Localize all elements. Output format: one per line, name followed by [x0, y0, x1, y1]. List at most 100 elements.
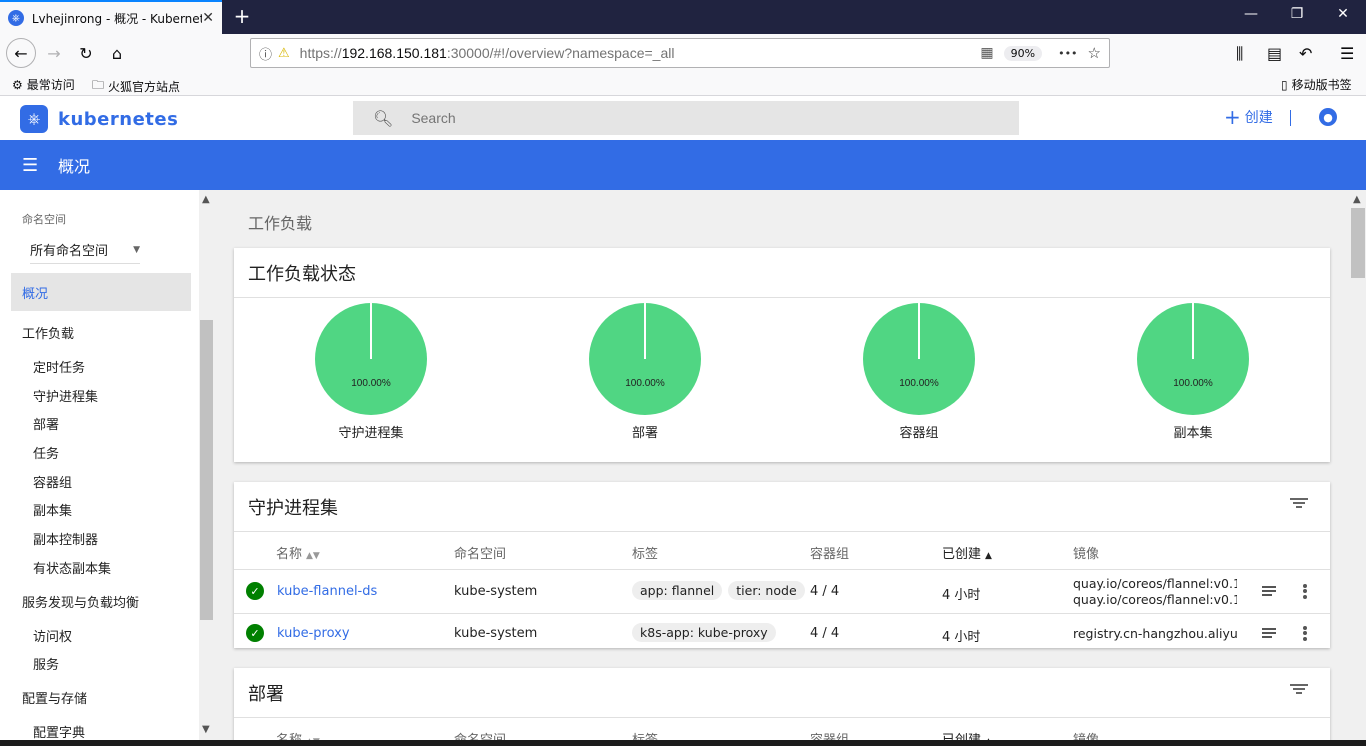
info-icon[interactable]: ⓘ [259, 44, 272, 63]
gear-icon: ⚙ [12, 77, 23, 92]
filter-icon[interactable] [1290, 682, 1308, 696]
more-vert-icon[interactable] [1303, 582, 1307, 600]
pie-percent: 100.00% [899, 378, 939, 389]
sidebar-item-daemonsets[interactable]: 守护进程集 [33, 386, 98, 405]
search-input[interactable] [411, 110, 912, 126]
deployments-title: 部署 [234, 668, 1330, 718]
window-close-icon[interactable]: ✕ [1328, 6, 1358, 22]
filter-icon[interactable] [1290, 496, 1308, 510]
labels-cell: app: flannel tier: node [632, 581, 811, 600]
pie-chart: 100.00% [863, 303, 975, 415]
pie-chart-row: 100.00% 守护进程集 100.00% 部署 100.00% 容器组 100… [234, 298, 1330, 462]
maximize-icon[interactable]: ❐ [1282, 6, 1312, 22]
sidebar-item-deployments[interactable]: 部署 [33, 414, 59, 433]
sidebar-item-cronjobs[interactable]: 定时任务 [33, 357, 85, 376]
bookmark-firefox-sites[interactable]: 🗀 火狐官方站点 [92, 76, 180, 97]
image-name: quay.io/coreos/flannel:v0.10 [1073, 576, 1237, 591]
search-box[interactable]: 🔍︎ [353, 101, 1019, 135]
bookmarks-bar: ⚙ 最常访问 🗀 火狐官方站点 ▯ 移动版书签 [0, 72, 1366, 96]
images-cell: registry.cn-hangzhou.aliyuncs [1073, 626, 1237, 642]
scroll-up-icon[interactable]: ▲ [202, 194, 210, 205]
create-label: 创建 [1244, 110, 1273, 126]
bookmark-label: 火狐官方站点 [108, 80, 181, 94]
daemonset-name-link[interactable]: kube-flannel-ds [277, 584, 377, 599]
scroll-down-icon[interactable]: ▼ [202, 724, 210, 735]
url-path: :30000/#!/overview?namespace=_all [446, 45, 675, 61]
column-created[interactable]: 已创建▲ [942, 543, 992, 562]
created-cell: 4 小时 [942, 588, 981, 603]
column-images: 镜像 [1073, 547, 1100, 562]
table-row: ✓ kube-flannel-ds kube-system app: flann… [234, 570, 1330, 614]
zoom-level-badge[interactable]: 90% [1003, 45, 1043, 61]
hamburger-menu-icon[interactable]: ☰ [22, 155, 40, 176]
column-labels: 标签 [632, 547, 659, 562]
workloads-section-title: 工作负载 [248, 214, 313, 233]
pods-cell: 4 / 4 [810, 626, 840, 641]
url-text[interactable]: https://192.168.150.181:30000/#!/overvie… [300, 45, 675, 61]
sidebar-item-configmaps[interactable]: 配置字典 [33, 722, 85, 741]
sidebar-item-replicasets[interactable]: 副本集 [33, 500, 72, 519]
folder-icon: 🗀 [92, 78, 105, 92]
reload-button[interactable]: ↻ [72, 39, 100, 67]
column-name[interactable]: 名称▲▼ [276, 543, 320, 562]
sidebar-item-workloads[interactable]: 工作负载 [22, 323, 74, 342]
plus-icon: + [1224, 105, 1241, 129]
sidebar-item-replicationcontrollers[interactable]: 副本控制器 [33, 529, 98, 548]
qr-code-icon[interactable]: ▦ [980, 45, 993, 61]
daemonsets-table-header: 名称 ▲▼ 命名空间 标签 容器组 已创建 ▲ 镜像 [234, 532, 1330, 570]
dashboard-header: ⎈ kubernetes 🔍︎ + 创建 ● [0, 96, 1366, 140]
pods-cell: 4 / 4 [810, 584, 840, 599]
sidebar-scroll-thumb[interactable] [200, 320, 213, 620]
pie-chart: 100.00% [315, 303, 427, 415]
pie-label: 副本集 [1173, 426, 1213, 441]
bookmark-star-icon[interactable]: ☆ [1088, 44, 1101, 62]
sidebar-item-overview[interactable]: 概况 [11, 273, 191, 311]
insecure-lock-icon[interactable]: ⚠ [278, 46, 290, 61]
sidebar-item-jobs[interactable]: 任务 [33, 443, 59, 462]
page-actions-icon[interactable]: ••• [1058, 47, 1077, 60]
browser-tab-active[interactable]: ⎈ Lvhejinrong - 概况 - Kubernetes ✕ [0, 0, 222, 34]
sidebar-item-statefulsets[interactable]: 有状态副本集 [33, 558, 111, 577]
bookmark-most-visited[interactable]: ⚙ 最常访问 [12, 76, 75, 93]
library-icon[interactable]: ⫼ [1236, 44, 1243, 64]
more-vert-icon[interactable] [1303, 624, 1307, 642]
namespace-value: 所有命名空间 [30, 244, 109, 259]
column-label: 已创建 [942, 547, 982, 562]
sidebar-toggle-icon[interactable]: ▤ [1267, 44, 1282, 63]
logs-icon[interactable] [1262, 626, 1276, 640]
account-icon[interactable]: ● [1319, 108, 1337, 126]
sidebar-item-discovery[interactable]: 服务发现与负载均衡 [22, 592, 139, 611]
app-menu-icon[interactable]: ☰ [1340, 44, 1354, 63]
forward-button[interactable]: → [40, 39, 68, 67]
pie-percent: 100.00% [1173, 378, 1213, 389]
url-bar[interactable]: ⓘ ⚠ https://192.168.150.181:30000/#!/ove… [250, 38, 1110, 68]
sidebar-item-pods[interactable]: 容器组 [33, 472, 72, 491]
scroll-up-icon[interactable]: ▲ [1353, 194, 1361, 205]
daemonset-name-link[interactable]: kube-proxy [277, 626, 350, 641]
sidebar-item-services[interactable]: 服务 [33, 654, 59, 673]
undo-close-icon[interactable]: ↶ [1299, 44, 1312, 63]
column-pods: 容器组 [810, 547, 850, 562]
helm-wheel-icon: ⎈ [20, 105, 48, 133]
pie-label: 容器组 [899, 426, 939, 441]
kubernetes-favicon-icon: ⎈ [8, 10, 24, 26]
mobile-bookmarks[interactable]: ▯ 移动版书签 [1281, 76, 1352, 93]
sidebar-item-config-storage[interactable]: 配置与存储 [22, 688, 87, 707]
logs-icon[interactable] [1262, 584, 1276, 598]
home-button[interactable]: ⌂ [103, 39, 131, 67]
mobile-bookmarks-label: 移动版书签 [1291, 78, 1352, 92]
new-tab-button[interactable]: + [230, 4, 254, 28]
create-button[interactable]: + 创建 [1224, 107, 1273, 127]
workload-status-title: 工作负载状态 [234, 248, 1330, 298]
sidebar-item-ingresses[interactable]: 访问权 [33, 626, 72, 645]
kubernetes-logo[interactable]: ⎈ kubernetes [20, 105, 178, 133]
main-scroll-thumb[interactable] [1351, 208, 1365, 278]
minimize-icon[interactable]: — [1236, 6, 1266, 22]
pie-chart: 100.00% [589, 303, 701, 415]
namespace-cell: kube-system [454, 626, 538, 641]
back-button[interactable]: ← [6, 38, 36, 68]
namespace-select[interactable]: 所有命名空间 ▼ [30, 236, 140, 264]
os-taskbar [0, 740, 1366, 746]
column-label: 名称 [276, 547, 303, 562]
tab-close-icon[interactable]: ✕ [202, 10, 214, 26]
